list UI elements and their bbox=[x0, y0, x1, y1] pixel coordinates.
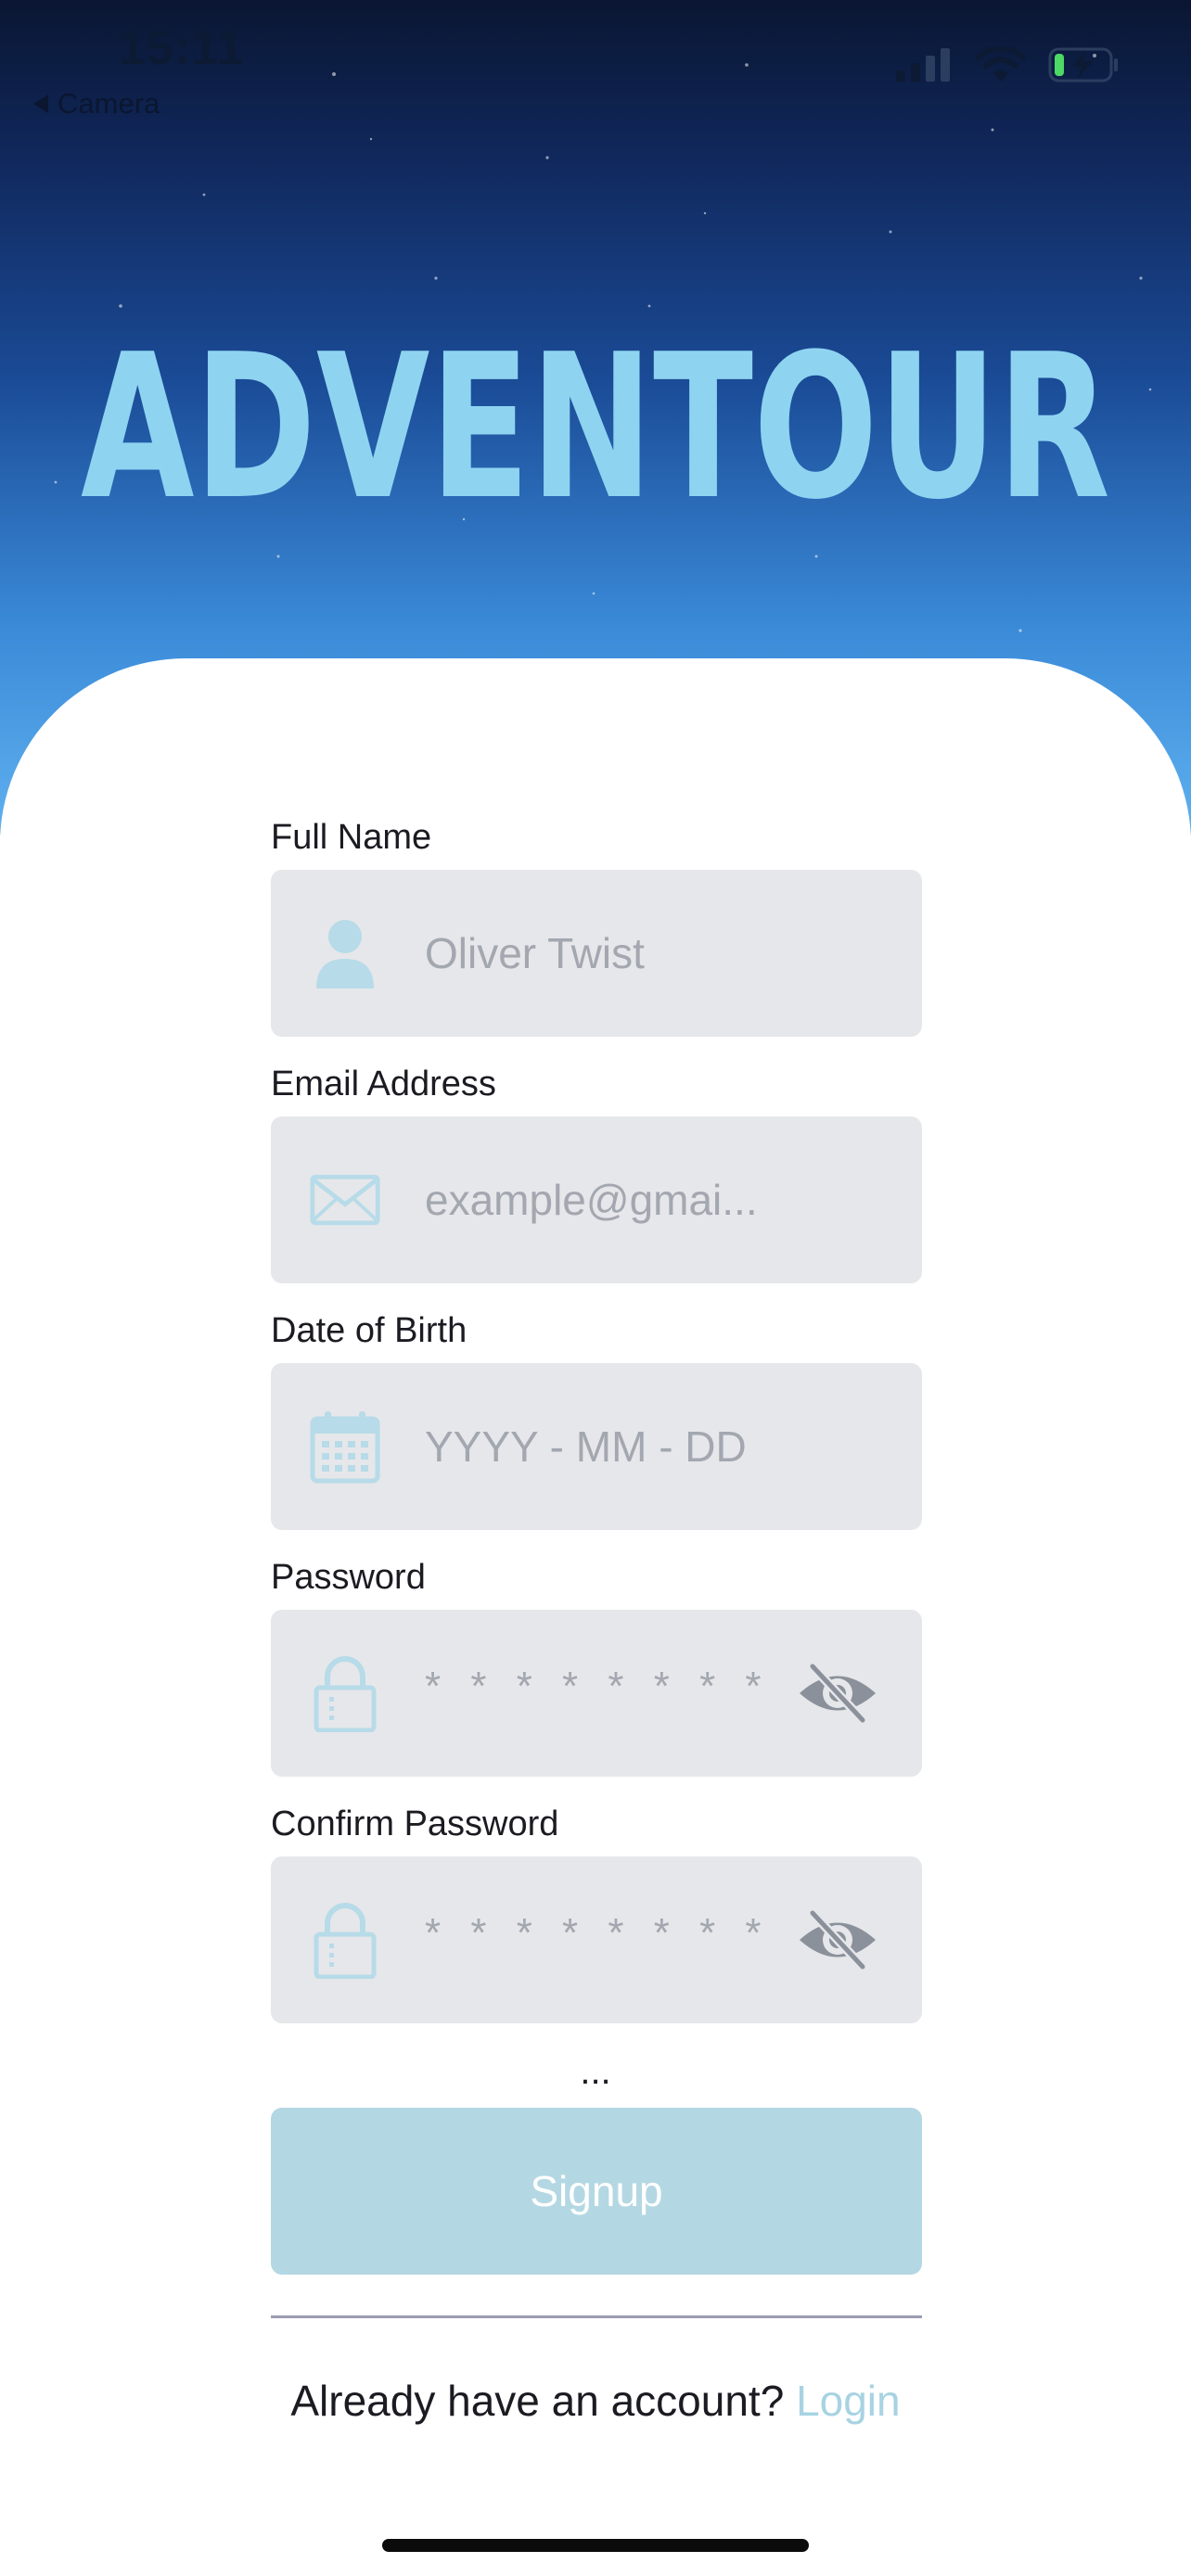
back-to-camera-link[interactable]: Camera bbox=[33, 87, 160, 121]
dob-field[interactable]: YYYY - MM - DD bbox=[271, 1363, 922, 1530]
back-label: Camera bbox=[58, 87, 160, 120]
password-label: Password bbox=[271, 1558, 426, 1597]
status-time: 15:11 bbox=[119, 21, 245, 75]
person-icon bbox=[310, 916, 380, 990]
battery-charging-icon bbox=[1048, 47, 1118, 83]
dob-label: Date of Birth bbox=[271, 1311, 467, 1350]
confirm-password-field[interactable]: * * * * * * * * bbox=[271, 1856, 922, 2023]
back-arrow-icon bbox=[33, 95, 48, 113]
full-name-label: Full Name bbox=[271, 818, 432, 857]
eye-slash-icon[interactable] bbox=[796, 1661, 879, 1726]
status-icons bbox=[896, 46, 1119, 83]
confirm-password-label: Confirm Password bbox=[271, 1804, 559, 1843]
confirm-password-placeholder: * * * * * * * * bbox=[425, 1909, 771, 1956]
divider bbox=[271, 2315, 922, 2318]
signup-button[interactable]: Signup bbox=[271, 2108, 922, 2275]
svg-text:ADVENTOUR: ADVENTOUR bbox=[81, 334, 1110, 519]
loading-ellipsis: ... bbox=[580, 2051, 611, 2092]
password-placeholder: * * * * * * * * bbox=[425, 1663, 771, 1709]
home-indicator bbox=[382, 2539, 809, 2552]
wifi-icon bbox=[976, 46, 1026, 82]
eye-slash-icon[interactable] bbox=[796, 1907, 879, 1972]
email-label: Email Address bbox=[271, 1065, 496, 1103]
email-field[interactable]: example@gmai... bbox=[271, 1116, 922, 1283]
calendar-icon bbox=[310, 1409, 380, 1484]
email-placeholder: example@gmai... bbox=[425, 1176, 758, 1224]
login-link[interactable]: Login bbox=[796, 2377, 901, 2425]
login-prompt-text: Already have an account? bbox=[290, 2377, 785, 2425]
full-name-field[interactable]: Oliver Twist bbox=[271, 870, 922, 1037]
dob-placeholder: YYYY - MM - DD bbox=[425, 1422, 747, 1471]
lock-icon bbox=[310, 1656, 380, 1732]
lock-icon bbox=[310, 1903, 380, 1979]
password-field[interactable]: * * * * * * * * bbox=[271, 1610, 922, 1777]
signal-icon bbox=[896, 48, 950, 82]
app-logo: ADVENTOUR bbox=[81, 334, 1110, 519]
login-prompt-row: Already have an account? Login bbox=[0, 2376, 1191, 2426]
envelope-icon bbox=[310, 1163, 380, 1237]
full-name-placeholder: Oliver Twist bbox=[425, 929, 645, 977]
